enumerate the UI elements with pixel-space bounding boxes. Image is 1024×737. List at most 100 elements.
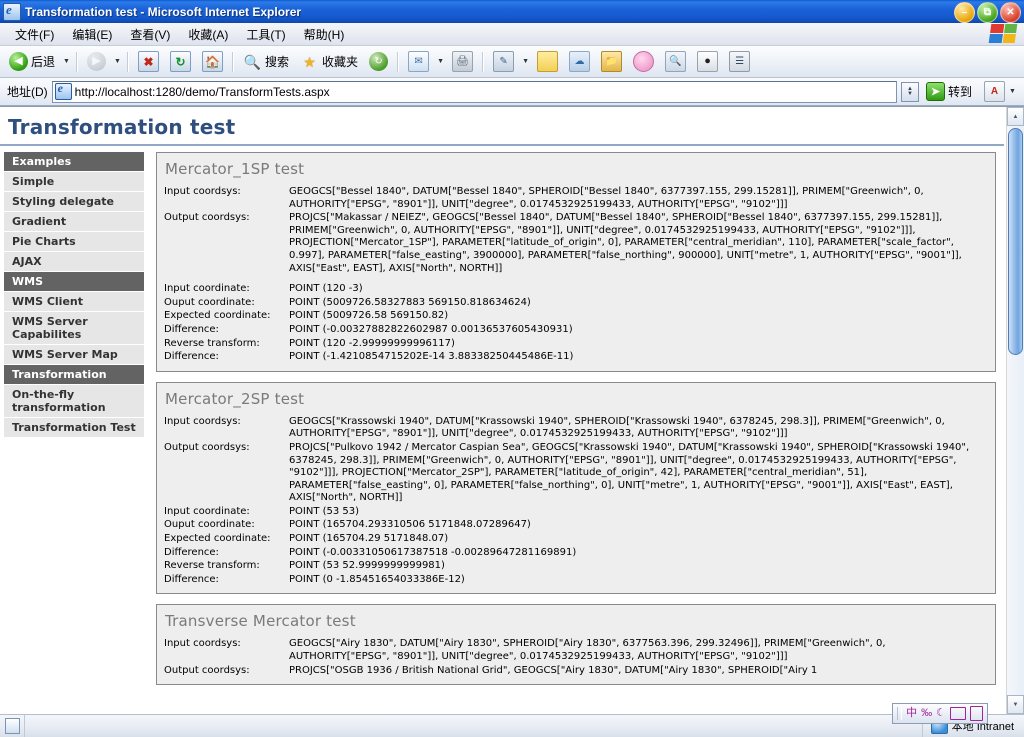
sidebar-item-ajax[interactable]: AJAX: [4, 252, 144, 272]
menu-favorites[interactable]: 收藏(A): [179, 24, 237, 45]
test-detail-label: Output coordsys:: [164, 664, 250, 676]
list-button[interactable]: ☰: [724, 48, 755, 75]
test-detail-row: Output coordsys: PROJCS["Makassar / NEIEZ…: [164, 212, 987, 276]
test-detail-value: PROJCS["OSGB 1936 / British National Gri…: [289, 664, 818, 676]
edit-button[interactable]: ✎: [488, 48, 519, 75]
menu-view[interactable]: 查看(V): [121, 24, 179, 45]
address-dropdown-button[interactable]: ▲ ▼: [900, 81, 919, 102]
sidebar-item-pie-charts[interactable]: Pie Charts: [4, 232, 144, 252]
print-button[interactable]: 🖨: [447, 48, 478, 75]
sidebar-item-wms-server-map[interactable]: WMS Server Map: [4, 345, 144, 365]
search-button[interactable]: 🔍 搜索: [238, 48, 294, 75]
vertical-scrollbar[interactable]: ▲ ▼: [1006, 107, 1024, 714]
pdf-dropdown[interactable]: ▼: [1007, 79, 1018, 104]
home-button[interactable]: 🏠: [197, 48, 228, 75]
test-detail-row: Reverse transform: POINT (53 52.999999999…: [164, 560, 987, 574]
test-detail-row: Expected coordinate: POINT (5009726.58 56…: [164, 310, 987, 324]
printer-icon: 🖨: [452, 51, 474, 72]
test-detail-label: Difference:: [164, 323, 219, 335]
menu-help[interactable]: 帮助(H): [295, 24, 354, 45]
forward-arrow-icon: ▶: [87, 52, 107, 71]
sidebar-item-on-the-fly-transformation[interactable]: On-the-fly transformation: [4, 385, 144, 418]
sidebar-item-wms: WMS: [4, 272, 144, 292]
sidebar-item-simple[interactable]: Simple: [4, 172, 144, 192]
search-button-label: 搜索: [265, 55, 290, 69]
sidebar-item-transformation-test[interactable]: Transformation Test: [4, 418, 144, 438]
ime-language-bar[interactable]: 中 ‰ ☾: [892, 703, 988, 724]
toolbar-separator: [76, 51, 79, 72]
test-detail-label: Output coordsys:: [164, 212, 250, 224]
toolbar-separator: [397, 51, 400, 72]
test-detail-value: POINT (-0.00327882822602987 0.0013653760…: [289, 323, 573, 335]
page-title: Transformation test: [0, 107, 1004, 146]
browser-window: Transformation test - Microsoft Internet…: [0, 0, 1024, 737]
note-icon: [537, 51, 559, 72]
ime-toolbox-icon[interactable]: [970, 706, 983, 721]
mail-dropdown[interactable]: ▼: [435, 49, 446, 74]
spacer-row: [164, 276, 987, 283]
sidebar-item-examples: Examples: [4, 152, 144, 172]
test-block: Mercator_1SP test Input coordsys: GEOGCS["…: [156, 152, 996, 372]
test-detail-row: Ouput coordinate: POINT (5009726.58327883…: [164, 297, 987, 311]
test-detail-value: POINT (5009726.58 569150.82): [289, 310, 449, 322]
test-detail-value: POINT (0 -1.85451654033386E-12): [289, 573, 465, 585]
messenger-button[interactable]: ☁: [564, 48, 595, 75]
mail-button[interactable]: ✉: [403, 48, 434, 75]
toolbar-separator: [232, 51, 235, 72]
sidebar-item-wms-server-capabilites[interactable]: WMS Server Capabilites: [4, 312, 144, 345]
history-button[interactable]: ↻: [364, 48, 393, 75]
qq-button[interactable]: ●: [692, 48, 723, 75]
test-detail-value: POINT (53 53): [289, 505, 360, 517]
ime-keyboard-icon[interactable]: [950, 707, 966, 720]
toolbar-separator: [127, 51, 130, 72]
forward-button[interactable]: ▶: [82, 48, 111, 75]
list-icon: ☰: [729, 51, 751, 72]
test-detail-value: GEOGCS["Krassowski 1940", DATUM["Krassow…: [289, 415, 945, 440]
minimize-button[interactable]: –: [954, 2, 975, 23]
address-input[interactable]: http://localhost:1280/demo/TransformTest…: [51, 80, 897, 103]
test-detail-label: Reverse transform:: [164, 337, 260, 349]
scrollbar-track[interactable]: [1007, 126, 1024, 695]
test-detail-row: Output coordsys: PROJCS["OSGB 1936 / Brit…: [164, 665, 987, 679]
close-button[interactable]: ✕: [1000, 2, 1021, 23]
ime-grip-handle[interactable]: [897, 707, 903, 720]
test-detail-label: Difference:: [164, 351, 219, 363]
back-button[interactable]: ◀ 后退: [4, 48, 60, 75]
tools-button[interactable]: 🔍: [660, 48, 691, 75]
ime-moon-icon[interactable]: ☾: [936, 708, 946, 719]
restore-button[interactable]: ⧉: [977, 2, 998, 23]
discuss-button[interactable]: [532, 48, 563, 75]
go-button[interactable]: ➤ 转到: [923, 80, 978, 103]
toolbar: ◀ 后退 ▼ ▶ ▼ ✖ ↻ 🏠 🔍 搜索 ★ 收藏夹 ↻ ✉ ▼ 🖨 ✎ ▼ …: [0, 46, 1024, 78]
menu-edit[interactable]: 编辑(E): [63, 24, 121, 45]
sidebar-item-gradient[interactable]: Gradient: [4, 212, 144, 232]
scroll-down-button[interactable]: ▼: [1007, 695, 1024, 714]
test-detail-label: Input coordinate:: [164, 283, 250, 295]
page-viewport: Transformation test Examples Simple Stylin…: [0, 106, 1024, 714]
forward-history-dropdown[interactable]: ▼: [112, 49, 123, 74]
pdf-toolbar-button[interactable]: A ▼: [982, 81, 1020, 102]
refresh-button[interactable]: ↻: [165, 48, 196, 75]
ime-punctuation-icon[interactable]: ‰: [921, 708, 932, 719]
edit-dropdown[interactable]: ▼: [520, 49, 531, 74]
star-icon: ★: [303, 53, 316, 70]
folder-button[interactable]: 📁: [596, 48, 627, 75]
scroll-up-button[interactable]: ▲: [1007, 107, 1024, 126]
stop-button[interactable]: ✖: [133, 48, 164, 75]
favorites-button[interactable]: ★ 收藏夹: [295, 48, 363, 75]
test-block: Mercator_2SP test Input coordsys: GEOGCS["…: [156, 381, 996, 595]
sidebar-item-wms-client[interactable]: WMS Client: [4, 292, 144, 312]
test-detail-value: POINT (-0.00331050617387518 -0.002896472…: [289, 546, 577, 558]
test-title: Mercator_2SP test: [165, 389, 305, 408]
menu-tools[interactable]: 工具(T): [237, 24, 294, 45]
ime-chinese-icon[interactable]: 中: [906, 708, 917, 719]
test-detail-value: POINT (53 52.9999999999981): [289, 560, 445, 572]
mail-icon: ✉: [408, 51, 430, 72]
sidebar-item-styling-delegate[interactable]: Styling delegate: [4, 192, 144, 212]
window-controls: – ⧉ ✕: [954, 2, 1021, 23]
menu-file[interactable]: 文件(F): [6, 24, 63, 45]
test-detail-row: Difference: POINT (-0.00331050617387518 -…: [164, 547, 987, 561]
scrollbar-thumb[interactable]: [1008, 128, 1023, 355]
pig-button[interactable]: [628, 48, 659, 75]
back-history-dropdown[interactable]: ▼: [61, 49, 72, 74]
